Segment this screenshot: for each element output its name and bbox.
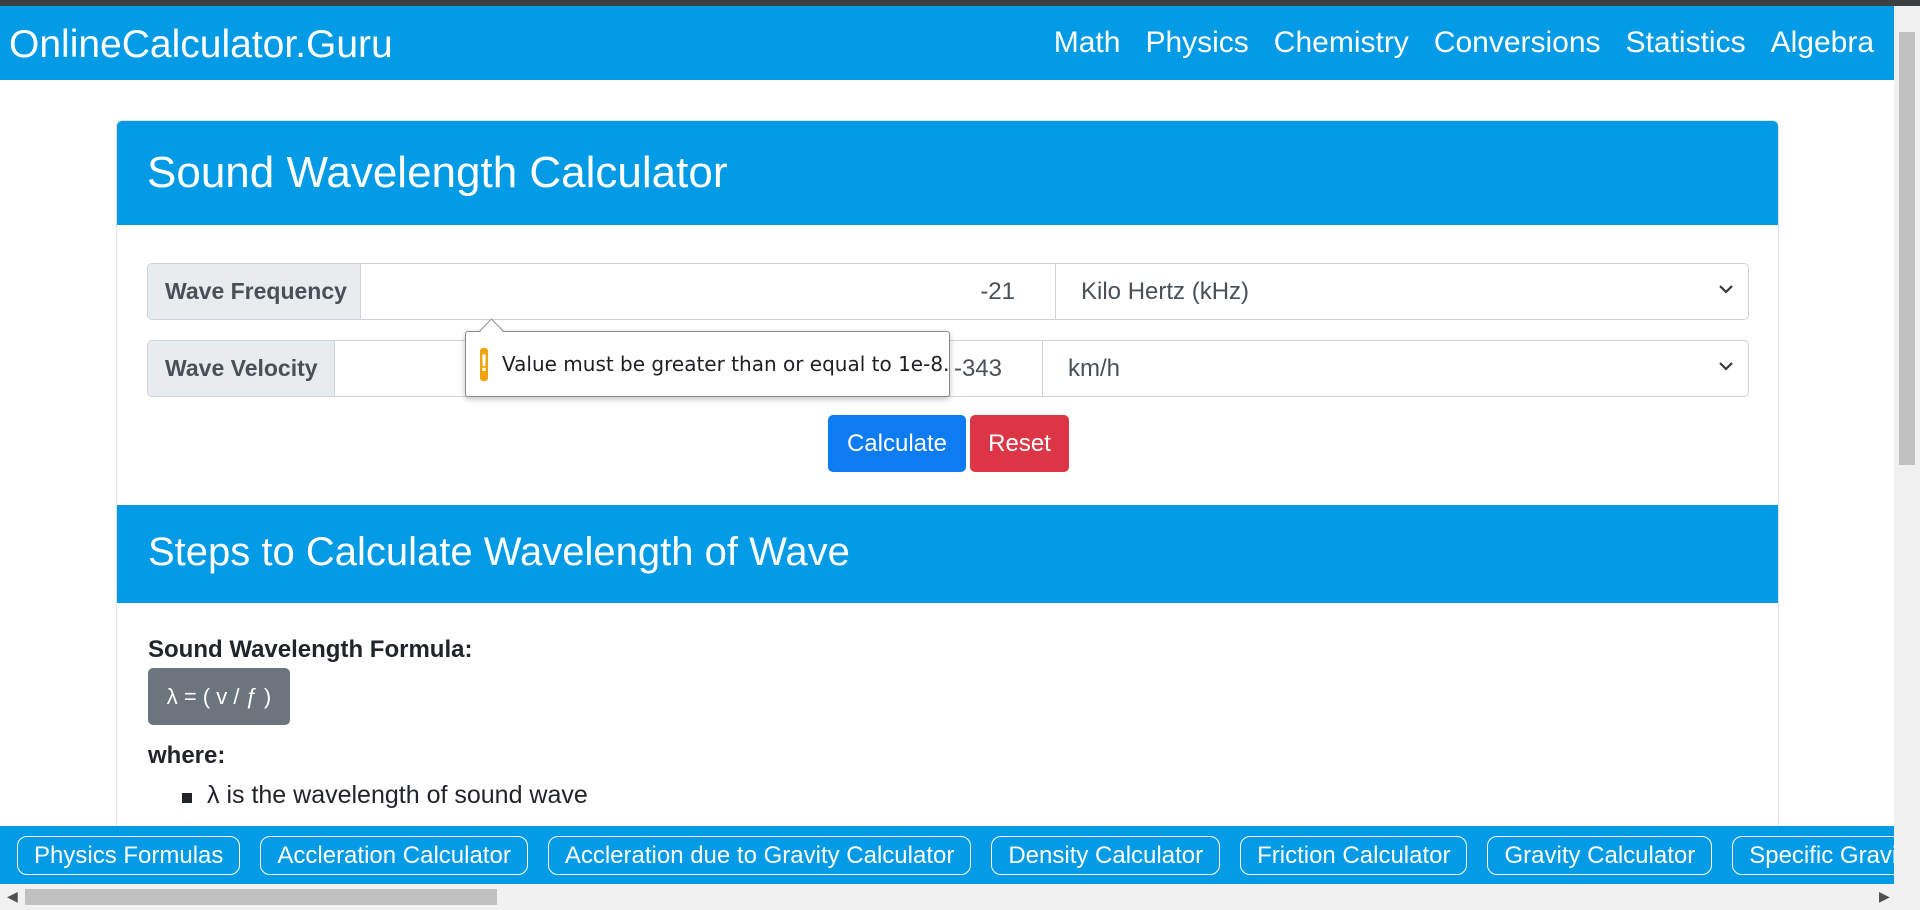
chevron-down-icon [1719, 285, 1733, 294]
velocity-unit-value: km/h [1068, 354, 1121, 382]
velocity-unit-select[interactable]: km/h [1043, 341, 1748, 396]
calculator-title: Sound Wavelength Calculator [147, 148, 728, 197]
formula-badge: λ = ( v / ƒ ) [148, 668, 290, 725]
vertical-scrollbar-thumb[interactable] [1899, 32, 1915, 465]
nav-link-physics[interactable]: Physics [1145, 26, 1248, 60]
reset-button[interactable]: Reset [970, 415, 1069, 472]
related-link-specific-gravity[interactable]: Specific Gravity [1732, 836, 1894, 875]
nav-link-statistics[interactable]: Statistics [1626, 26, 1746, 60]
nav-menu: Math Physics Chemistry Conversions Stati… [1054, 26, 1874, 60]
velocity-label: Wave Velocity [148, 341, 335, 396]
navbar: OnlineCalculator.Guru Math Physics Chemi… [0, 6, 1894, 80]
related-link-density[interactable]: Density Calculator [991, 836, 1221, 875]
steps-header: Steps to Calculate Wavelength of Wave [117, 505, 1778, 603]
calculate-button[interactable]: Calculate [828, 415, 966, 472]
nav-link-chemistry[interactable]: Chemistry [1274, 26, 1409, 60]
validation-message: Value must be greater than or equal to 1… [502, 352, 950, 376]
formula-label: Sound Wavelength Formula: [148, 636, 473, 663]
related-link-gravity[interactable]: Gravity Calculator [1487, 836, 1713, 875]
nav-link-conversions[interactable]: Conversions [1434, 26, 1601, 60]
related-link-acceleration[interactable]: Accleration Calculator [260, 836, 528, 875]
horizontal-scrollbar-thumb[interactable] [25, 889, 497, 905]
scroll-left-icon[interactable]: ◀ [7, 888, 18, 905]
frequency-label: Wave Frequency [148, 264, 361, 319]
related-link-acceleration-gravity[interactable]: Accleration due to Gravity Calculator [547, 836, 972, 875]
related-link-friction[interactable]: Friction Calculator [1240, 836, 1468, 875]
frequency-unit-select[interactable]: Kilo Hertz (kHz) [1056, 264, 1748, 319]
frequency-unit-value: Kilo Hertz (kHz) [1081, 277, 1250, 305]
calculator-header: Sound Wavelength Calculator [117, 121, 1778, 225]
chevron-down-icon [1719, 362, 1733, 371]
frequency-input[interactable] [361, 264, 1056, 319]
related-link-physics-formulas[interactable]: Physics Formulas [17, 836, 241, 875]
scroll-right-icon[interactable]: ▶ [1879, 888, 1890, 905]
warning-icon: ! [480, 347, 488, 381]
calculator-card: Sound Wavelength Calculator Wave Frequen… [116, 120, 1779, 840]
list-item: λ is the wavelength of sound wave [182, 781, 588, 810]
nav-link-math[interactable]: Math [1054, 26, 1121, 60]
steps-title: Steps to Calculate Wavelength of Wave [148, 530, 850, 574]
where-label: where: [148, 742, 226, 769]
site-logo-link[interactable]: OnlineCalculator.Guru [9, 23, 393, 67]
frequency-row: Wave Frequency Kilo Hertz (kHz) [147, 263, 1749, 320]
variable-list: λ is the wavelength of sound wave [182, 781, 588, 810]
validation-tooltip: ! Value must be greater than or equal to… [465, 331, 950, 397]
related-calculators-bar: Physics Formulas Accleration Calculator … [0, 826, 1894, 884]
nav-link-algebra[interactable]: Algebra [1771, 26, 1874, 60]
